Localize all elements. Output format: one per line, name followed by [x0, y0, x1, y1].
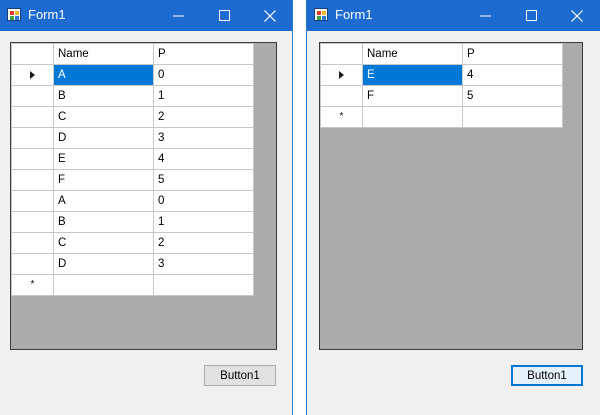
data-grid-table: Name P E 4 F 5 * — [320, 43, 563, 128]
cell-name[interactable]: A — [53, 64, 154, 86]
minimize-button[interactable] — [155, 0, 201, 31]
cell-p[interactable]: 0 — [153, 190, 254, 212]
cell-name[interactable]: C — [53, 106, 154, 128]
column-header-name[interactable]: Name — [362, 43, 463, 65]
new-row[interactable]: * — [11, 274, 254, 296]
minimize-icon — [479, 15, 491, 17]
row-pointer-icon — [30, 70, 35, 79]
table-row[interactable]: F 5 — [11, 169, 254, 191]
row-header-cell[interactable] — [11, 64, 54, 86]
corner-header-cell[interactable] — [320, 43, 363, 65]
table-row[interactable]: C 2 — [11, 106, 254, 128]
row-header-cell[interactable] — [320, 85, 363, 107]
maximize-icon — [525, 10, 537, 21]
cell-p[interactable]: 5 — [153, 169, 254, 191]
form-app-icon — [7, 8, 21, 21]
form1-window-right: Form1 Name P E 4 F 5 * Button1 — [306, 0, 600, 415]
form-app-icon — [314, 8, 328, 21]
table-row[interactable]: D 3 — [11, 253, 254, 275]
data-grid-table: Name P A 0 B 1 C 2 D 3 E 4 F 5 A 0 B 1 C… — [11, 43, 254, 296]
new-row-asterisk-icon: * — [30, 278, 35, 290]
close-button[interactable] — [247, 0, 293, 31]
cell-p[interactable]: 4 — [462, 64, 563, 86]
title-bar[interactable]: Form1 — [307, 0, 600, 31]
cell-name[interactable]: D — [53, 253, 154, 275]
new-row-asterisk-icon: * — [339, 110, 344, 122]
table-row[interactable]: A 0 — [11, 64, 254, 86]
cell-name[interactable]: E — [53, 148, 154, 170]
row-pointer-icon — [339, 70, 344, 79]
row-header-cell[interactable]: * — [11, 274, 54, 296]
close-icon — [571, 9, 583, 22]
cell-p[interactable]: 0 — [153, 64, 254, 86]
close-icon — [264, 9, 276, 22]
cell-p[interactable]: 3 — [153, 253, 254, 275]
row-header-cell[interactable] — [11, 106, 54, 128]
row-header-cell[interactable] — [11, 232, 54, 254]
row-header-cell[interactable] — [11, 211, 54, 233]
column-header-p[interactable]: P — [153, 43, 254, 65]
button1[interactable]: Button1 — [204, 365, 276, 386]
button1[interactable]: Button1 — [511, 365, 583, 386]
cell-name[interactable]: B — [53, 211, 154, 233]
cell-name[interactable]: C — [53, 232, 154, 254]
cell-p[interactable]: 1 — [153, 85, 254, 107]
row-header-cell[interactable] — [11, 148, 54, 170]
data-grid-view[interactable]: Name P A 0 B 1 C 2 D 3 E 4 F 5 A 0 B 1 C… — [10, 42, 277, 350]
cell-p[interactable]: 1 — [153, 211, 254, 233]
cell-p[interactable]: 4 — [153, 148, 254, 170]
header-row: Name P — [11, 43, 254, 65]
maximize-icon — [218, 10, 230, 21]
row-header-cell[interactable] — [11, 253, 54, 275]
cell-name-new[interactable] — [362, 106, 463, 128]
close-button[interactable] — [554, 0, 600, 31]
table-row[interactable]: E 4 — [11, 148, 254, 170]
cell-p-new[interactable] — [153, 274, 254, 296]
row-header-cell[interactable] — [11, 127, 54, 149]
window-title: Form1 — [28, 7, 66, 22]
row-header-cell[interactable] — [11, 85, 54, 107]
cell-p-new[interactable] — [462, 106, 563, 128]
form1-window-left: Form1 Name P A 0 B 1 C 2 D 3 E 4 F 5 A 0… — [0, 0, 293, 415]
cell-p[interactable]: 5 — [462, 85, 563, 107]
cell-name[interactable]: E — [362, 64, 463, 86]
column-header-p[interactable]: P — [462, 43, 563, 65]
row-header-cell[interactable] — [320, 64, 363, 86]
table-row[interactable]: D 3 — [11, 127, 254, 149]
cell-name[interactable]: D — [53, 127, 154, 149]
cell-p[interactable]: 2 — [153, 106, 254, 128]
header-row: Name P — [320, 43, 563, 65]
title-bar[interactable]: Form1 — [0, 0, 292, 31]
cell-name[interactable]: B — [53, 85, 154, 107]
cell-name[interactable]: F — [53, 169, 154, 191]
row-header-cell[interactable]: * — [320, 106, 363, 128]
table-row[interactable]: B 1 — [11, 211, 254, 233]
minimize-icon — [172, 15, 184, 17]
window-title: Form1 — [335, 7, 373, 22]
column-header-name[interactable]: Name — [53, 43, 154, 65]
cell-p[interactable]: 2 — [153, 232, 254, 254]
new-row[interactable]: * — [320, 106, 563, 128]
corner-header-cell[interactable] — [11, 43, 54, 65]
table-row[interactable]: C 2 — [11, 232, 254, 254]
table-row[interactable]: F 5 — [320, 85, 563, 107]
cell-name-new[interactable] — [53, 274, 154, 296]
row-header-cell[interactable] — [11, 190, 54, 212]
maximize-button[interactable] — [201, 0, 247, 31]
table-row[interactable]: A 0 — [11, 190, 254, 212]
maximize-button[interactable] — [508, 0, 554, 31]
table-row[interactable]: E 4 — [320, 64, 563, 86]
cell-name[interactable]: A — [53, 190, 154, 212]
data-grid-view[interactable]: Name P E 4 F 5 * — [319, 42, 583, 350]
minimize-button[interactable] — [462, 0, 508, 31]
cell-name[interactable]: F — [362, 85, 463, 107]
row-header-cell[interactable] — [11, 169, 54, 191]
cell-p[interactable]: 3 — [153, 127, 254, 149]
table-row[interactable]: B 1 — [11, 85, 254, 107]
